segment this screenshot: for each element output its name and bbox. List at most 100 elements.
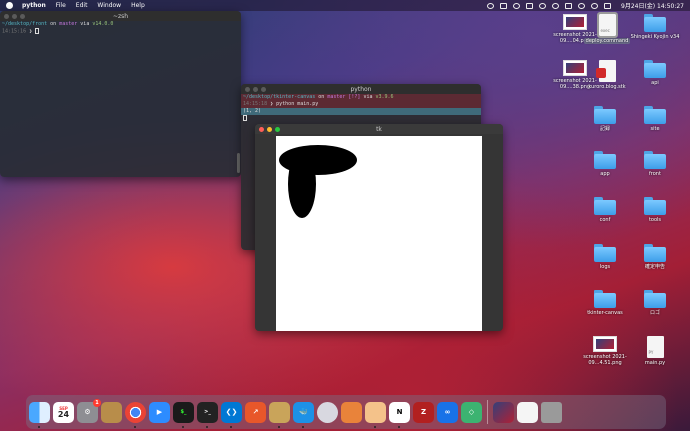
- window-title: python: [350, 85, 372, 93]
- preview-icon[interactable]: [365, 401, 386, 428]
- status-icon-4[interactable]: [526, 2, 533, 9]
- document-icon[interactable]: [517, 401, 538, 423]
- desktop-icon[interactable]: api: [628, 60, 682, 86]
- trash-icon[interactable]: [541, 401, 562, 423]
- status-icon-5[interactable]: [539, 2, 546, 9]
- scrollbar[interactable]: [237, 153, 240, 173]
- terminal-cursor: [35, 28, 40, 34]
- status-icon-1[interactable]: [487, 2, 494, 9]
- prompt-via: via: [363, 94, 373, 100]
- vscode-icon[interactable]: ❮❯: [221, 401, 242, 428]
- close-button[interactable]: [4, 14, 9, 19]
- calendar-icon[interactable]: SEP 24: [53, 401, 74, 423]
- zoom-button[interactable]: [261, 87, 266, 92]
- prompt-on: on: [50, 21, 57, 27]
- prompt-on: on: [318, 94, 325, 100]
- archive-icon[interactable]: [101, 401, 122, 423]
- menu-window[interactable]: Window: [97, 2, 121, 9]
- folder-icon: [644, 60, 666, 78]
- desktop-icon[interactable]: PY main.py: [628, 336, 682, 366]
- desktop-icon[interactable]: screenshot 2021-09...4.51.png: [578, 336, 632, 366]
- terminal-input-line[interactable]: [241, 115, 481, 123]
- apple-icon[interactable]: [6, 2, 13, 9]
- git-branch: master [!?]: [327, 94, 361, 100]
- close-button[interactable]: [259, 127, 264, 132]
- status-icon-2[interactable]: [500, 2, 507, 9]
- prompt-arrow: ❯: [270, 101, 274, 107]
- terminal-green-icon[interactable]: $_: [173, 401, 194, 428]
- tk-titlebar[interactable]: tk: [255, 124, 503, 134]
- dock: SEP 24 ⚙ 1 ▶ $_ >_ ❮❯ ↗ 🐳 N Z ∞ ◇: [26, 395, 666, 429]
- menu-file[interactable]: File: [56, 2, 66, 9]
- desktop-icon[interactable]: app: [578, 151, 632, 177]
- battery-icon[interactable]: [565, 2, 572, 9]
- status-icon-3[interactable]: [513, 2, 520, 9]
- prompt-time: 14:15:16: [2, 28, 27, 35]
- document-icon: PY: [646, 336, 664, 358]
- search-icon[interactable]: [591, 2, 598, 9]
- menubar-clock[interactable]: 9月24日(金) 14:50:27: [621, 1, 684, 10]
- folder-icon: [644, 14, 666, 32]
- sourcetree-icon[interactable]: [341, 401, 362, 423]
- tk-canvas[interactable]: [276, 136, 482, 331]
- control-center-icon[interactable]: [604, 2, 611, 9]
- notification-badge: 1: [93, 398, 101, 407]
- desktop-icon[interactable]: conf: [578, 197, 632, 223]
- desktop-icon-label: deploy.command: [583, 38, 631, 44]
- close-button[interactable]: [245, 87, 250, 92]
- kite-icon[interactable]: ◇: [461, 401, 482, 423]
- desktop-icon-label: screenshot 2021-09...4.51.png: [583, 354, 627, 366]
- terminal-titlebar[interactable]: python: [241, 84, 481, 94]
- system-preferences-icon[interactable]: ⚙ 1: [77, 398, 101, 423]
- minimize-button[interactable]: [267, 127, 272, 132]
- desktop-icon[interactable]: exec deploy.command: [580, 12, 634, 44]
- chrome-icon[interactable]: [125, 401, 146, 428]
- desktop-icon[interactable]: tools: [628, 197, 682, 223]
- desktop-icon-label: site: [650, 126, 660, 132]
- minimize-button[interactable]: [253, 87, 258, 92]
- infinity-icon[interactable]: ∞: [437, 401, 458, 423]
- document-icon: exec: [596, 12, 618, 38]
- instruments-icon[interactable]: ↗: [245, 401, 266, 423]
- desktop-icon[interactable]: site: [628, 106, 682, 132]
- tk-window[interactable]: tk: [255, 124, 503, 331]
- screenshots-folder-icon[interactable]: [493, 401, 514, 423]
- wifi-icon[interactable]: [578, 2, 585, 9]
- filezilla-icon[interactable]: Z: [413, 401, 434, 423]
- window-controls: [259, 127, 280, 132]
- terminal-command: python main.py: [276, 101, 319, 107]
- desktop-icon[interactable]: front: [628, 151, 682, 177]
- desktop-icon[interactable]: Shingeki Kyojin v34: [628, 14, 682, 40]
- desktop-icon[interactable]: logs: [578, 244, 632, 270]
- zoom-icon[interactable]: ▶: [149, 401, 170, 423]
- folder-icon: [594, 151, 616, 169]
- docker-icon[interactable]: 🐳: [293, 401, 314, 428]
- folder-icon: [644, 151, 666, 169]
- zoom-button[interactable]: [20, 14, 25, 19]
- terminal-icon[interactable]: >_: [197, 401, 218, 428]
- desktop-icon[interactable]: 記録: [578, 106, 632, 132]
- prompt-arrow: ❯: [29, 28, 33, 35]
- folder-icon: [594, 244, 616, 262]
- desktop-icon-label: app: [600, 171, 610, 177]
- terminal-cursor: [243, 115, 247, 121]
- menu-edit[interactable]: Edit: [76, 2, 88, 9]
- terminal-input-line[interactable]: 14:15:16 ❯: [0, 28, 241, 36]
- desktop-icon-label: tools: [648, 217, 662, 223]
- status-icon-6[interactable]: [552, 2, 559, 9]
- zoom-button[interactable]: [275, 127, 280, 132]
- desktop-icon[interactable]: 確定申告: [628, 244, 682, 270]
- finder-icon[interactable]: [29, 401, 50, 428]
- menu-app-python[interactable]: python: [22, 2, 46, 9]
- lens-icon[interactable]: [317, 401, 338, 423]
- notion-icon[interactable]: N: [389, 401, 410, 428]
- desktop-icon[interactable]: tkinter-canvas: [578, 290, 632, 316]
- terminal-titlebar[interactable]: ~zsh: [0, 11, 241, 21]
- menu-help[interactable]: Help: [131, 2, 145, 9]
- terminal-window-zsh[interactable]: ~zsh ~/desktop/front on master via v14.0…: [0, 11, 241, 177]
- minimize-button[interactable]: [12, 14, 17, 19]
- desktop-icon[interactable]: kuroro.blog.stk: [580, 60, 634, 90]
- folder-icon: [594, 290, 616, 308]
- desktop-icon[interactable]: ロゴ: [628, 290, 682, 316]
- python-launcher-icon[interactable]: [269, 401, 290, 428]
